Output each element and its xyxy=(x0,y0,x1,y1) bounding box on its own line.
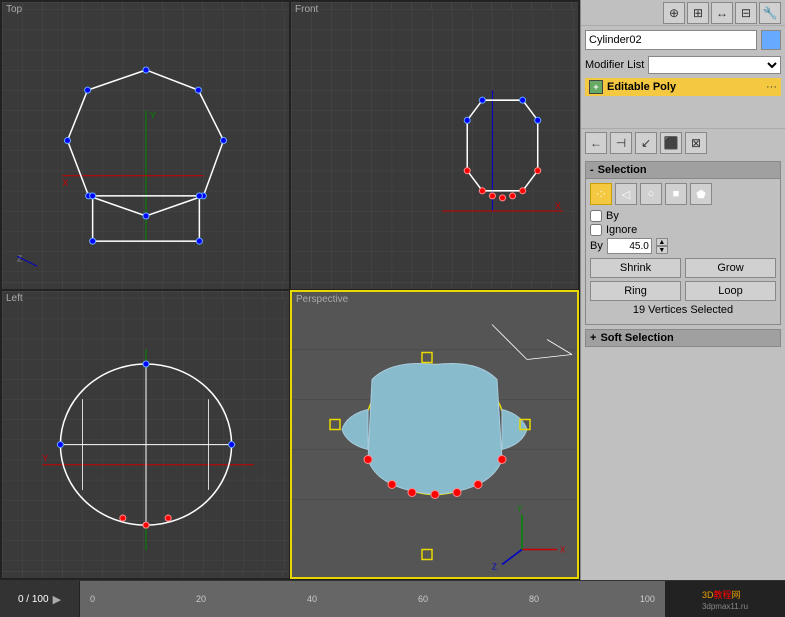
svg-text:X: X xyxy=(560,546,566,555)
modifier-list-label: Modifier List xyxy=(585,59,644,71)
object-name-input[interactable] xyxy=(585,30,757,50)
viewport-front-label: Front xyxy=(295,4,318,15)
viewport-top[interactable]: Top X Y Z xyxy=(1,1,290,290)
loop-btn[interactable]: Loop xyxy=(685,281,776,301)
modifier-item-dots: ··· xyxy=(766,81,777,93)
selection-panel: - Selection ·:· ◁ ○ ■ ⬟ By xyxy=(585,161,781,325)
modifier-item-icon: + xyxy=(589,80,603,94)
by-value-row: By ▲ ▼ xyxy=(590,238,776,254)
viewport-left[interactable]: Left Y xyxy=(1,290,290,579)
timeline-ruler[interactable]: 0 20 40 60 80 100 xyxy=(80,581,665,617)
soft-selection-header[interactable]: + Soft Selection xyxy=(585,329,781,347)
viewport-perspective-label: Perspective xyxy=(296,294,348,305)
mirror-icon[interactable]: ↔ xyxy=(711,2,733,24)
sub-object-toolbar: ← ⊣ ↙ ⬛ ⊠ xyxy=(581,128,785,157)
name-bar xyxy=(581,26,785,54)
by-value-input[interactable] xyxy=(607,238,652,254)
ignore-label: Ignore xyxy=(606,224,637,236)
modifier-dropdown[interactable] xyxy=(648,56,781,74)
svg-text:Y: Y xyxy=(42,454,48,464)
snap-icon[interactable]: ⊕ xyxy=(663,2,685,24)
mark-0: 0 xyxy=(90,594,95,604)
edge-mode-icon[interactable]: ◁ xyxy=(615,183,637,205)
svg-text:X: X xyxy=(62,178,68,188)
border-mode-icon[interactable]: ○ xyxy=(640,183,662,205)
by-spinner-down[interactable]: ▼ xyxy=(656,246,668,254)
main-container: Top X Y Z xyxy=(0,0,785,617)
polygon-mode-icon[interactable]: ■ xyxy=(665,183,687,205)
viewport-front[interactable]: Front 焊好后 X xyxy=(290,1,579,290)
watermark: 3D教程网 3dpmax11.ru xyxy=(702,588,748,611)
viewport-top-label: Top xyxy=(6,4,22,15)
viewport-area: Top X Y Z xyxy=(0,0,580,580)
sub-object-icon-4[interactable]: ⬛ xyxy=(660,132,682,154)
mark-80: 80 xyxy=(529,594,539,604)
element-mode-icon[interactable]: ⬟ xyxy=(690,183,712,205)
by-spinner-up[interactable]: ▲ xyxy=(656,238,668,246)
shrink-grow-row: Shrink Grow xyxy=(590,258,776,278)
align-icon[interactable]: ⊞ xyxy=(687,2,709,24)
selection-panel-header: - Selection xyxy=(586,162,780,179)
svg-text:Y: Y xyxy=(517,505,523,514)
viewport-perspective[interactable]: Perspective xyxy=(290,290,579,579)
ignore-checkbox-row: Ignore xyxy=(590,224,776,236)
selection-mode-icons: ·:· ◁ ○ ■ ⬟ xyxy=(590,183,776,205)
mark-40: 40 xyxy=(307,594,317,604)
sub-object-icon-1[interactable]: ← xyxy=(585,132,607,154)
frame-counter: 0 / 100 xyxy=(18,594,49,605)
sub-object-icon-2[interactable]: ⊣ xyxy=(610,132,632,154)
ring-loop-row: Ring Loop xyxy=(590,281,776,301)
ruler-marks: 0 20 40 60 80 100 xyxy=(90,594,655,604)
vertex-mode-icon[interactable]: ·:· xyxy=(590,183,612,205)
svg-text:Z: Z xyxy=(492,563,497,572)
right-panel: ⊕ ⊞ ↔ ⊟ 🔧 Modifier List + Editable Poly … xyxy=(580,0,785,617)
timeline-area[interactable]: 0 20 40 60 80 100 xyxy=(80,581,665,617)
svg-text:X: X xyxy=(555,201,561,211)
object-color-box[interactable] xyxy=(761,30,781,50)
render-icon[interactable]: 🔧 xyxy=(759,2,781,24)
ring-btn[interactable]: Ring xyxy=(590,281,681,301)
mark-100: 100 xyxy=(640,594,655,604)
svg-text:Y: Y xyxy=(150,110,156,120)
by-value-label: By xyxy=(590,240,603,252)
editable-poly-item[interactable]: + Editable Poly ··· xyxy=(585,78,781,96)
modifier-bar: Modifier List xyxy=(581,54,785,76)
modifier-item-label: Editable Poly xyxy=(607,81,676,93)
by-label: By xyxy=(606,210,619,222)
ignore-checkbox[interactable] xyxy=(590,224,602,236)
sub-object-icon-3[interactable]: ↙ xyxy=(635,132,657,154)
grow-btn[interactable]: Grow xyxy=(685,258,776,278)
selection-panel-body: ·:· ◁ ○ ■ ⬟ By Ignore By xyxy=(586,179,780,324)
viewport-left-label: Left xyxy=(6,293,23,304)
by-spinner: ▲ ▼ xyxy=(656,238,668,254)
frame-scroll-icon[interactable]: ▶ xyxy=(53,593,61,606)
soft-selection-label: Soft Selection xyxy=(600,332,673,344)
selection-collapse-btn[interactable]: - xyxy=(590,164,594,176)
array-icon[interactable]: ⊟ xyxy=(735,2,757,24)
bottom-bar: 0 / 100 ▶ 0 20 40 60 80 100 3D教程网 3dpmax… xyxy=(0,580,785,617)
mark-20: 20 xyxy=(196,594,206,604)
by-checkbox-row: By xyxy=(590,210,776,222)
shrink-btn[interactable]: Shrink xyxy=(590,258,681,278)
soft-selection-expand-icon: + xyxy=(590,332,596,344)
selection-panel-title: Selection xyxy=(598,164,647,176)
selection-status: 19 Vertices Selected xyxy=(590,304,776,316)
mark-60: 60 xyxy=(418,594,428,604)
by-checkbox[interactable] xyxy=(590,210,602,222)
sub-object-icon-5[interactable]: ⊠ xyxy=(685,132,707,154)
